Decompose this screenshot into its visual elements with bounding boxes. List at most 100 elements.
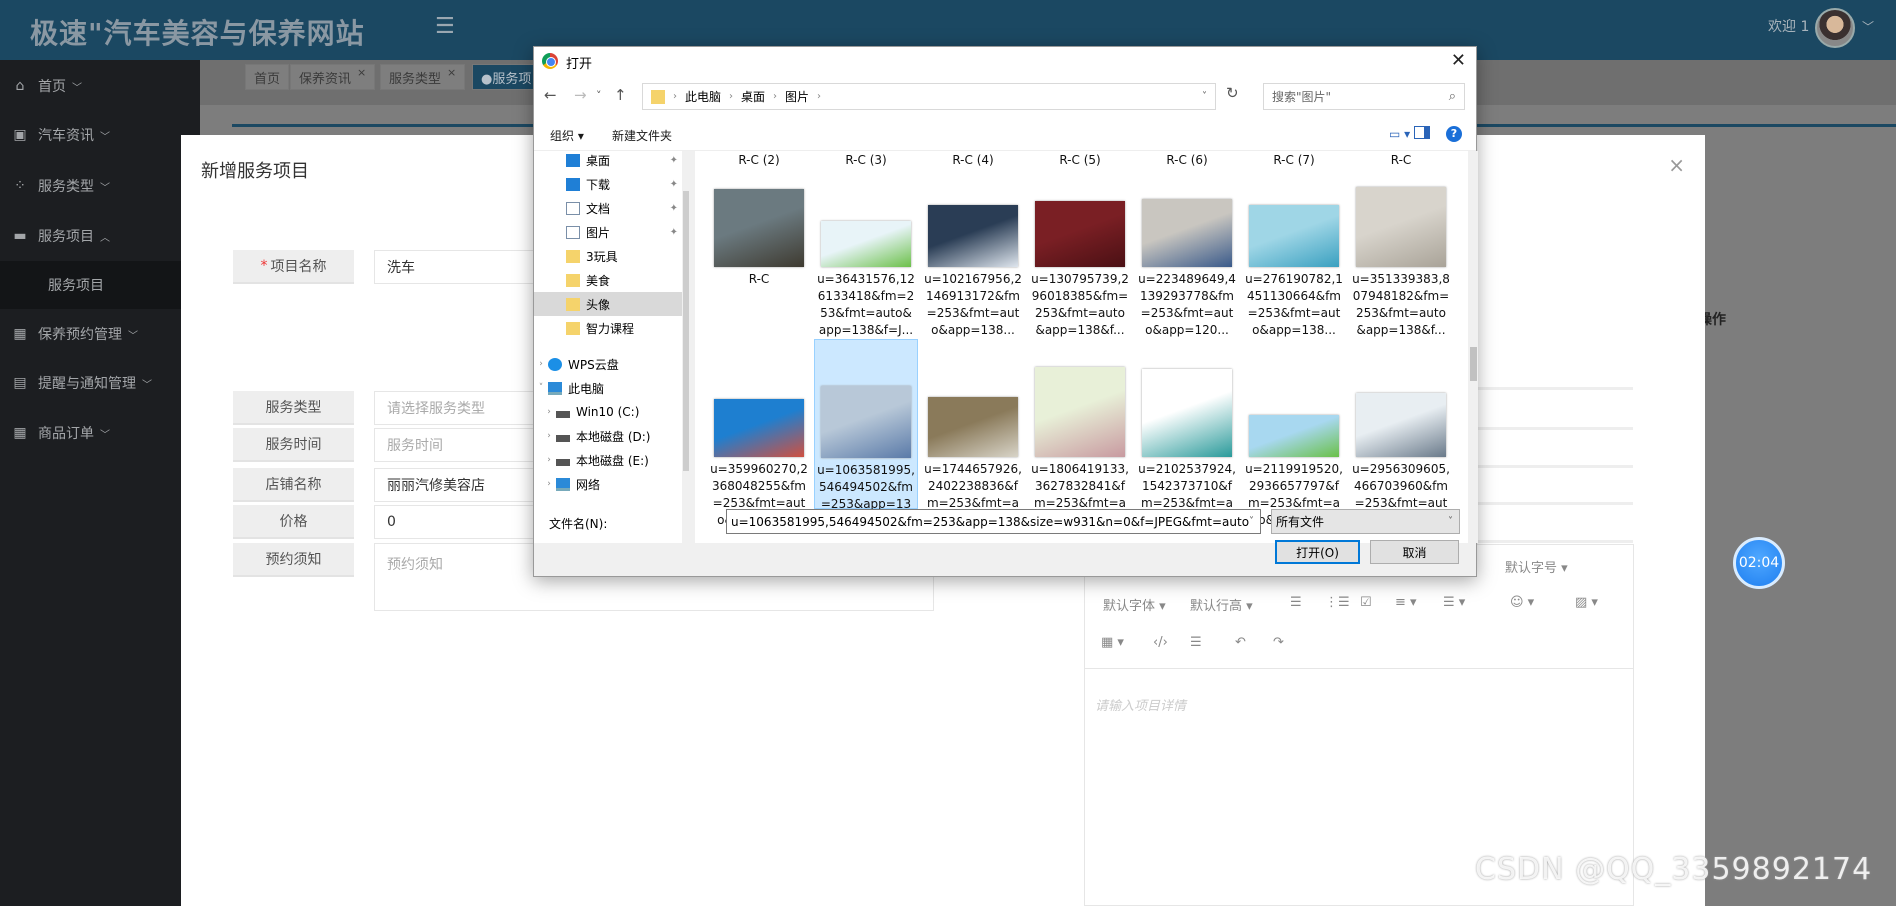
address-bar[interactable]: › 此电脑 › 桌面 › 图片 › ˅ — [642, 83, 1216, 110]
file-item[interactable]: R-C — [707, 169, 811, 288]
nav-scrollbar-thumb[interactable] — [683, 191, 689, 471]
file-item[interactable]: u=359960270,2368048255&fm=253&fmt=auto&a… — [707, 339, 811, 529]
editor-tool-icon[interactable]: ⋮☰ — [1325, 595, 1350, 610]
file-item[interactable]: u=2102537924,1542373710&fm=253&fmt=auto&… — [1135, 339, 1239, 529]
editor-tool-icon[interactable]: ↷ — [1273, 635, 1284, 650]
recent-dropdown-icon[interactable]: ˅ — [596, 89, 602, 102]
nav-item[interactable]: 桌面 ✦ — [534, 151, 682, 172]
nav-item[interactable]: 3玩具 — [534, 244, 682, 268]
close-icon[interactable]: ✕ — [1451, 50, 1466, 71]
file-item[interactable]: u=1744657926,2402238836&fm=253&fmt=auto&… — [921, 339, 1025, 529]
sidebar-item-5[interactable]: ▤ 提醒与通知管理 ﹀ — [0, 359, 200, 407]
nav-item[interactable]: 图片 ✦ — [534, 220, 682, 244]
cancel-button[interactable]: 取消 — [1370, 540, 1459, 564]
file-item[interactable]: u=276190782,1 451130664&fm =253&fmt=aut o&a… — [1242, 169, 1346, 339]
breadcrumb-desktop[interactable]: 桌面 — [741, 88, 765, 105]
tab-0[interactable]: 首页 — [245, 64, 290, 90]
editor-tool-icon[interactable]: ‹/› — [1153, 635, 1168, 650]
nav-item[interactable]: 下载 ✦ — [534, 172, 682, 196]
file-scrollbar-thumb[interactable] — [1470, 347, 1477, 381]
breadcrumb-pictures[interactable]: 图片 — [785, 88, 809, 105]
field-label: * 项目名称 — [233, 250, 354, 284]
file-item[interactable]: u=351339383,8 07948182&fm= 253&fmt=auto &ap… — [1349, 169, 1453, 339]
editor-tool-icon[interactable]: ☰ — [1190, 635, 1202, 650]
sidebar-item-2[interactable]: ⁘ 服务类型 ﹀ — [0, 162, 200, 210]
editor-tool-icon[interactable]: ☰ — [1290, 595, 1302, 610]
editor-tool-icon[interactable]: ☺ ▾ — [1510, 595, 1534, 610]
dialog-title-bar[interactable]: 打开 ✕ — [534, 47, 1476, 76]
pin-icon: ✦ — [669, 226, 678, 238]
expand-icon[interactable]: › — [542, 455, 556, 465]
file-item[interactable]: u=1806419133,3627832841&fm=253&fmt=auto&… — [1028, 339, 1132, 529]
expand-icon[interactable]: ˅ — [534, 383, 548, 393]
nav-item[interactable]: 头像 — [534, 292, 682, 316]
sidebar-subitem-service-items[interactable]: 服务项目 — [0, 261, 200, 309]
nav-label: 头像 — [586, 297, 611, 312]
bell-icon: ▤ — [13, 375, 27, 391]
search-input[interactable]: 搜索"图片" ⌕ — [1263, 83, 1465, 110]
open-button[interactable]: 打开(O) — [1275, 540, 1360, 564]
font-size-select[interactable]: 默认字号 ▾ — [1505, 557, 1568, 576]
filename-input[interactable]: u=1063581995,546494502&fm=253&app=138&si… — [726, 509, 1261, 534]
nav-item[interactable]: › Win10 (C:) — [534, 400, 682, 424]
close-icon[interactable]: × — [1668, 153, 1685, 177]
nav-item[interactable]: › 网络 — [534, 472, 682, 496]
hamburger-icon[interactable]: ☰ — [435, 14, 455, 39]
file-item[interactable]: u=2119919520,2936657797&fm=253&fmt=auto&… — [1242, 339, 1346, 529]
nav-item[interactable]: › WPS云盘 — [534, 352, 682, 376]
sidebar-item-4[interactable]: ▦ 保养预约管理 ﹀ — [0, 310, 200, 358]
filetype-select[interactable]: 所有文件 ˅ — [1271, 509, 1460, 534]
editor-tool-icon[interactable]: ☰ ▾ — [1443, 595, 1465, 610]
sidebar-item-1[interactable]: ▣ 汽车资讯 ﹀ — [0, 111, 200, 159]
expand-icon[interactable]: › — [542, 407, 556, 417]
sidebar-item-6[interactable]: ▦ 商品订单 ﹀ — [0, 409, 200, 457]
file-name-line: u=276190782,1 — [1245, 272, 1343, 286]
editor-tool-icon[interactable]: ▨ ▾ — [1575, 595, 1598, 610]
preview-pane-icon[interactable] — [1414, 126, 1430, 139]
close-icon[interactable]: × — [447, 66, 456, 79]
sidebar-item-3[interactable]: ▬ 服务项目 ︿ — [0, 212, 200, 260]
file-item[interactable]: u=102167956,2 146913172&fm =253&fmt=aut o&a… — [921, 169, 1025, 339]
file-item[interactable]: u=223489649,4 139293778&fm =253&fmt=aut o&a… — [1135, 169, 1239, 339]
nav-item[interactable]: › 本地磁盘 (E:) — [534, 448, 682, 472]
image-thumbnail — [821, 221, 911, 267]
file-item[interactable]: u=1063581995,546494502&fm=253&app=138&si… — [814, 339, 918, 528]
nav-item[interactable]: › 本地磁盘 (D:) — [534, 424, 682, 448]
new-folder-button[interactable]: 新建文件夹 — [612, 127, 672, 144]
chevron-down-icon[interactable]: ˅ — [1202, 91, 1207, 102]
view-options-icon[interactable]: ▭ ▾ — [1389, 127, 1410, 141]
expand-icon[interactable]: › — [542, 431, 556, 441]
tab-2[interactable]: 服务类型 × — [380, 64, 466, 90]
nav-item[interactable]: 智力课程 — [534, 316, 682, 340]
breadcrumb-this-pc[interactable]: 此电脑 — [685, 88, 721, 105]
chevron-down-icon[interactable]: ﹀ — [1862, 18, 1874, 35]
file-item[interactable]: u=2956309605,466703960&fm=253&fmt=auto&a… — [1349, 339, 1453, 529]
refresh-icon[interactable]: ↻ — [1226, 84, 1239, 102]
file-item[interactable]: u=130795739,2 96018385&fm= 253&fmt=auto &ap… — [1028, 169, 1132, 339]
font-family-select[interactable]: 默认字体 ▾ — [1103, 595, 1166, 614]
line-height-select[interactable]: 默认行高 ▾ — [1190, 595, 1253, 614]
avatar[interactable] — [1815, 8, 1855, 48]
editor-tool-icon[interactable]: ☑ — [1360, 595, 1372, 610]
editor-tool-icon[interactable]: ▦ ▾ — [1101, 635, 1124, 650]
nav-item[interactable]: 文档 ✦ — [534, 196, 682, 220]
organize-button[interactable]: 组织 ▾ — [550, 127, 584, 144]
forward-icon[interactable]: → — [574, 86, 587, 104]
editor-tool-icon[interactable]: ≡ ▾ — [1395, 595, 1417, 610]
back-icon[interactable]: ← — [544, 86, 557, 104]
chevron-down-icon[interactable]: ˅ — [1249, 516, 1254, 527]
file-item[interactable]: u=36431576,12 6133418&fm=2 53&fmt=auto& app… — [814, 169, 918, 339]
expand-icon[interactable]: › — [534, 359, 548, 369]
nav-item[interactable]: ˅ 此电脑 — [534, 376, 682, 400]
help-icon[interactable]: ? — [1446, 126, 1462, 142]
tab-1[interactable]: 保养资讯 × — [290, 64, 376, 90]
up-icon[interactable]: ↑ — [614, 86, 627, 104]
nav-label: 美食 — [586, 273, 611, 288]
editor-tool-icon[interactable]: ↶ — [1235, 635, 1246, 650]
nav-item[interactable]: 美食 — [534, 268, 682, 292]
nav-label: Win10 (C:) — [576, 405, 640, 419]
sidebar-item-0[interactable]: ⌂ 首页 ﹀ — [0, 62, 200, 110]
close-icon[interactable]: × — [357, 66, 366, 79]
expand-icon[interactable]: › — [542, 479, 556, 489]
timer-badge[interactable]: 02:04 — [1733, 537, 1785, 589]
